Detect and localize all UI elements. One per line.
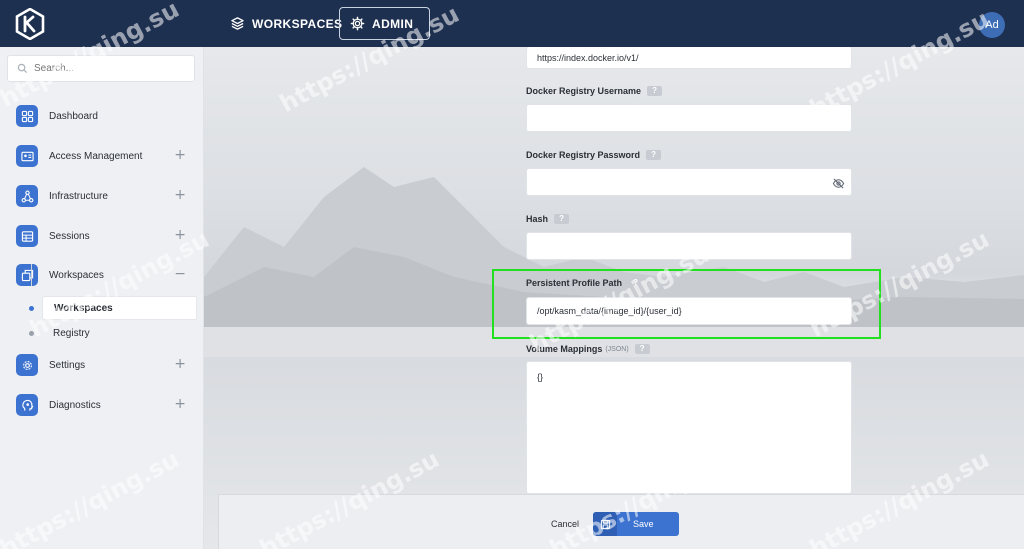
sidebar-subitem-workspaces[interactable]: Workspaces xyxy=(42,296,197,320)
table-icon xyxy=(16,225,38,247)
sidebar-item-infrastructure[interactable]: Infrastructure + xyxy=(16,184,196,208)
nav-workspaces[interactable]: WORKSPACES xyxy=(220,7,352,40)
hash-label: Hash ? xyxy=(526,214,570,224)
sidebar-item-label: Workspaces xyxy=(49,269,104,281)
expand-icon[interactable]: + xyxy=(174,188,186,202)
search-input[interactable] xyxy=(34,63,184,74)
sidebar-item-label: Sessions xyxy=(49,230,90,242)
expand-icon[interactable]: + xyxy=(174,228,186,242)
sidebar-item-label: Access Management xyxy=(49,150,143,162)
highlight-box xyxy=(492,269,881,339)
gear-icon xyxy=(350,16,365,31)
sidebar-item-sessions[interactable]: Sessions + xyxy=(16,224,196,248)
search-box[interactable] xyxy=(7,55,195,82)
save-label: Save xyxy=(633,519,654,529)
volume-mappings-textarea[interactable]: {} xyxy=(526,361,852,494)
cancel-button[interactable]: Cancel xyxy=(540,512,590,536)
sidebar-item-label: Infrastructure xyxy=(49,190,108,202)
sidebar-item-dashboard[interactable]: Dashboard xyxy=(16,104,196,128)
dot-icon xyxy=(29,331,34,336)
volume-mappings-label: Volume Mappings (JSON) ? xyxy=(526,344,650,354)
volume-mappings-hint: (JSON) xyxy=(605,345,629,353)
head-icon xyxy=(16,394,38,416)
registry-url-field[interactable]: https://index.docker.io/v1/ xyxy=(526,47,852,69)
password-field[interactable] xyxy=(526,168,852,196)
hash-field[interactable] xyxy=(526,232,852,260)
eye-slash-icon[interactable] xyxy=(832,177,845,190)
id-card-icon xyxy=(16,145,38,167)
sidebar-item-label: Dashboard xyxy=(49,110,98,122)
submenu-line xyxy=(31,264,32,286)
windows-icon xyxy=(16,264,38,286)
top-bar: WORKSPACES ADMIN Ad xyxy=(0,0,1024,47)
kasm-logo[interactable] xyxy=(14,8,46,40)
save-button[interactable]: Save xyxy=(593,512,679,536)
expand-icon[interactable]: + xyxy=(174,397,186,411)
save-icon xyxy=(593,512,617,536)
sidebar-item-access-management[interactable]: Access Management + xyxy=(16,144,196,168)
avatar[interactable]: Ad xyxy=(979,12,1005,38)
sidebar-subitem-registry[interactable]: Registry xyxy=(42,321,197,345)
hash-label-text: Hash xyxy=(526,214,549,224)
sidebar-item-label: Settings xyxy=(49,359,86,371)
username-label: Docker Registry Username ? xyxy=(526,86,663,96)
expand-icon[interactable]: + xyxy=(174,148,186,162)
sidebar-item-workspaces[interactable]: Workspaces − xyxy=(16,263,196,287)
nav-admin[interactable]: ADMIN xyxy=(339,7,430,40)
password-label-text: Docker Registry Password xyxy=(526,150,641,160)
help-icon[interactable]: ? xyxy=(554,214,570,224)
username-field[interactable] xyxy=(526,104,852,132)
expand-icon[interactable]: + xyxy=(174,357,186,371)
help-icon[interactable]: ? xyxy=(634,344,650,354)
dashboard-icon xyxy=(16,105,38,127)
help-icon[interactable]: ? xyxy=(647,86,663,96)
search-icon xyxy=(17,63,28,74)
active-dot-icon xyxy=(29,306,34,311)
nav-admin-label: ADMIN xyxy=(372,16,414,31)
username-label-text: Docker Registry Username xyxy=(526,86,642,96)
volume-mappings-label-text: Volume Mappings xyxy=(526,344,603,354)
sidebar-item-settings[interactable]: Settings + xyxy=(16,353,196,377)
help-icon[interactable]: ? xyxy=(646,150,662,160)
password-label: Docker Registry Password ? xyxy=(526,150,662,160)
nav-workspaces-label: WORKSPACES xyxy=(252,16,343,31)
collapse-icon[interactable]: − xyxy=(174,267,186,281)
layers-icon xyxy=(231,17,244,30)
sidebar-item-label: Diagnostics xyxy=(49,399,101,411)
sidebar-item-diagnostics[interactable]: Diagnostics + xyxy=(16,393,196,417)
gear-icon xyxy=(16,354,38,376)
network-icon xyxy=(16,185,38,207)
